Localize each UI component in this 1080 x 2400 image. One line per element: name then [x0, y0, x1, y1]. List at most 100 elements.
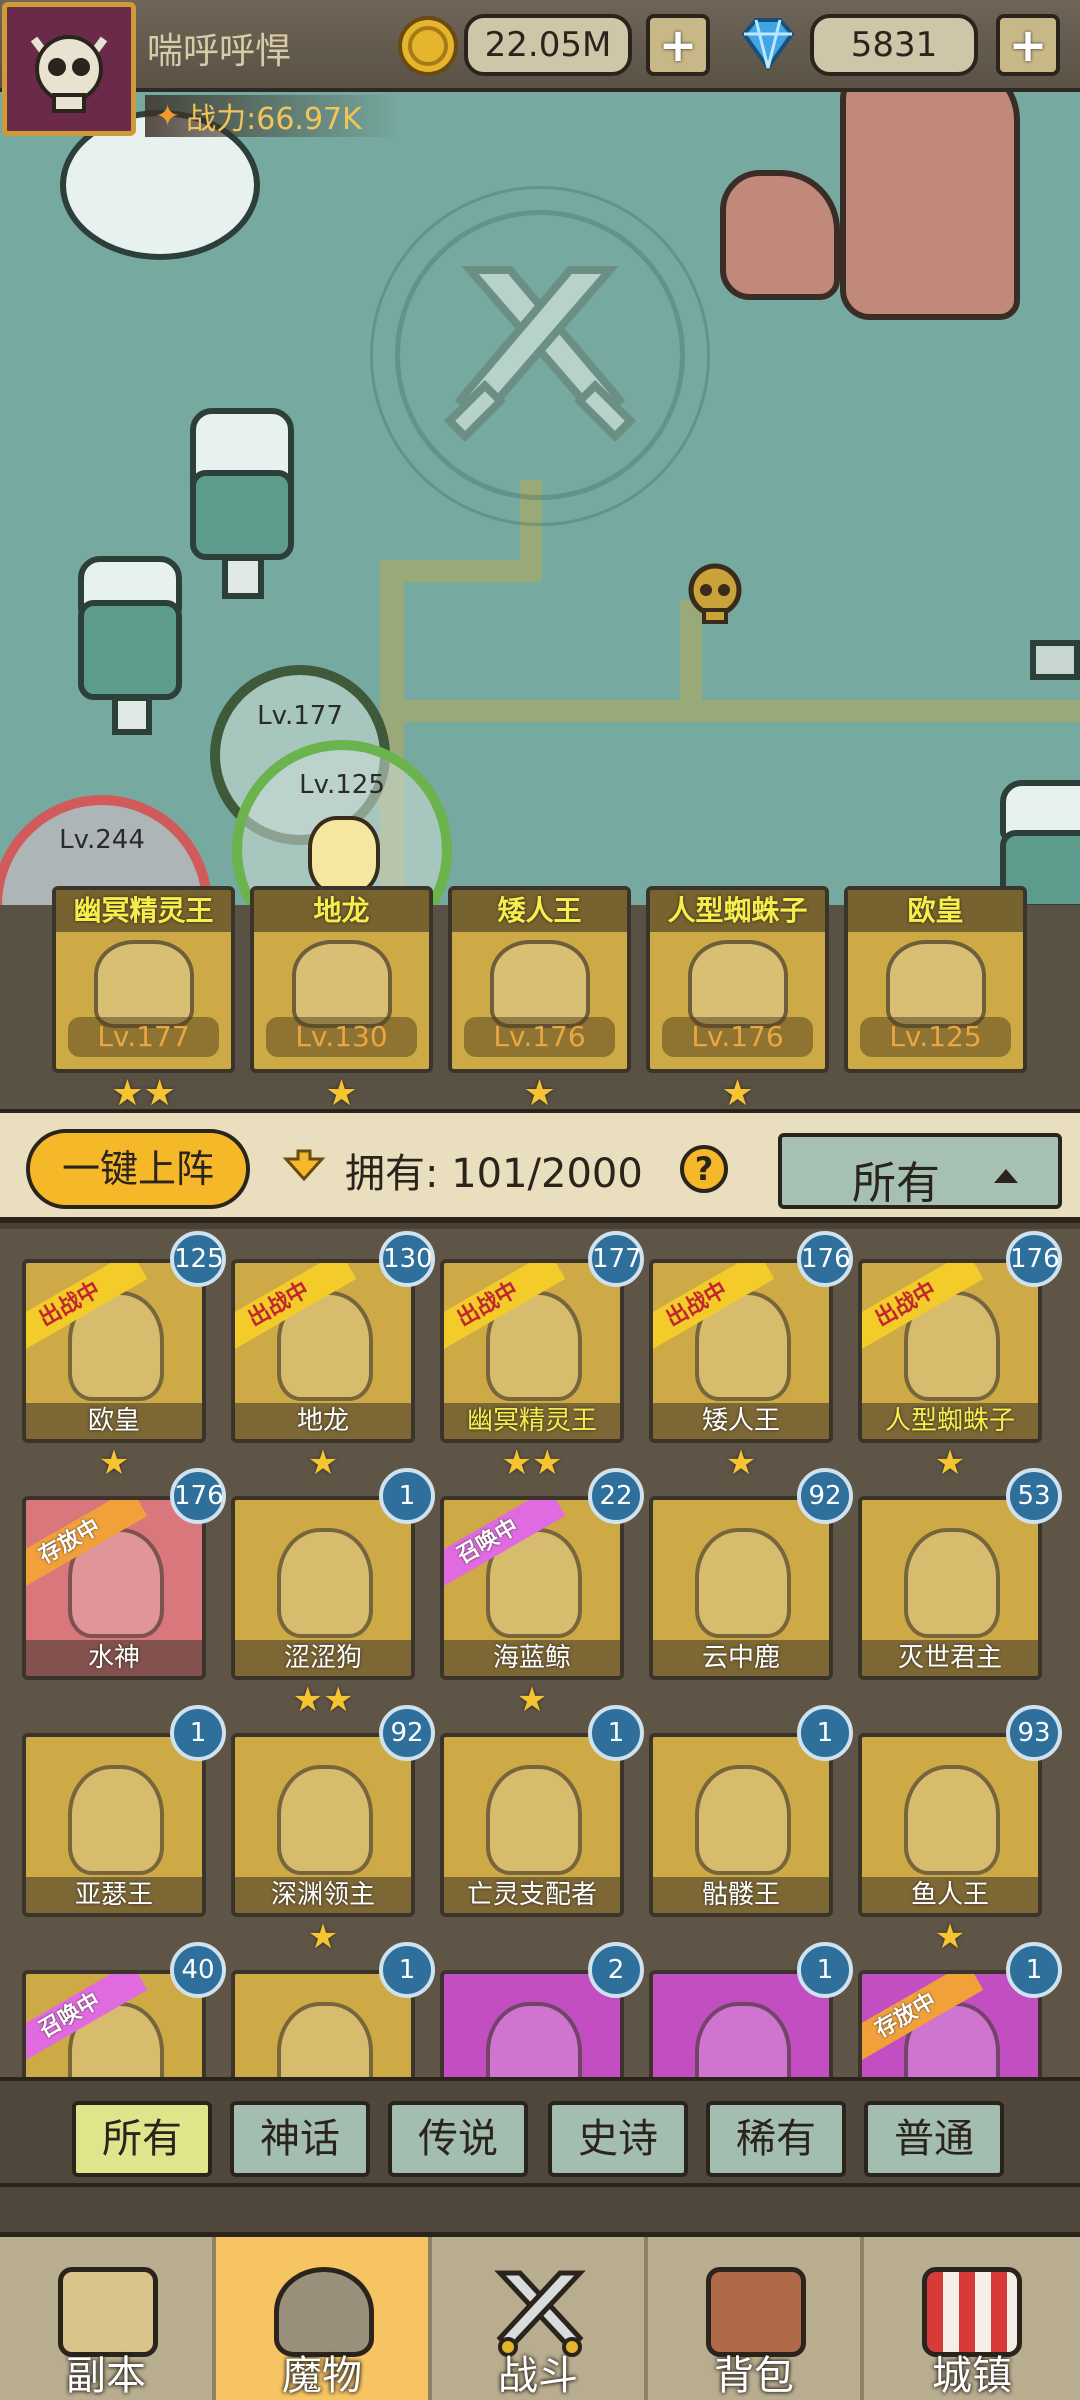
monster-card[interactable]: 深渊领主 — [231, 1733, 415, 1917]
team-slot[interactable]: 幽冥精灵王 Lv.177 — [52, 886, 235, 1073]
team-slot-level: Lv.130 — [266, 1017, 417, 1057]
team-slot-stars: ★ — [721, 1073, 754, 1114]
team-slot-level: Lv.125 — [860, 1017, 1011, 1057]
monster-count-badge: 130 — [379, 1231, 435, 1287]
filter-dropdown-label: 所有 — [852, 1158, 940, 1209]
power-icon: ✦ — [155, 98, 181, 134]
monster-card[interactable]: 涩涩狗 — [231, 1496, 415, 1680]
tab-rare[interactable]: 稀有 — [706, 2101, 846, 2177]
monster-card[interactable]: 人型蜘蛛子 出战中 — [858, 1259, 1042, 1443]
monster-count-badge: 176 — [797, 1231, 853, 1287]
tab-epic[interactable]: 史诗 — [548, 2101, 688, 2177]
monster-portrait — [68, 1765, 164, 1875]
team-slot-name: 地龙 — [254, 890, 429, 932]
tab-all[interactable]: 所有 — [72, 2101, 212, 2177]
monster-card[interactable]: 海蓝鲸 召唤中 — [440, 1496, 624, 1680]
monster-count-badge: 22 — [588, 1468, 644, 1524]
nav-label: 背包 — [714, 2353, 794, 2399]
team-slot[interactable]: 矮人王 Lv.176 — [448, 886, 631, 1073]
tab-mythic[interactable]: 神话 — [230, 2101, 370, 2177]
skull-icon — [30, 35, 108, 113]
monster-name: 骷髅王 — [653, 1877, 829, 1913]
tab-legendary[interactable]: 传说 — [388, 2101, 528, 2177]
monster-portrait — [904, 1528, 1000, 1638]
monster-portrait — [94, 940, 194, 1028]
crossed-swords-icon[interactable] — [440, 250, 640, 450]
monster-card[interactable]: 灭世君主 — [858, 1496, 1042, 1680]
monster-card[interactable]: 幽冥精灵王 出战中 — [440, 1259, 624, 1443]
monster-count-badge: 2 — [588, 1942, 644, 1998]
tab-common[interactable]: 普通 — [864, 2101, 1004, 2177]
monster-portrait — [904, 1765, 1000, 1875]
monster-card[interactable]: 水神 存放中 — [22, 1496, 206, 1680]
rarity-tabs: 所有 神话 传说 史诗 稀有 普通 — [0, 2077, 1080, 2187]
bottom-nav: 副本 魔物 战斗 背包 城镇 — [0, 2232, 1080, 2400]
team-slot-level: Lv.177 — [68, 1017, 219, 1057]
monster-card[interactable]: 亡灵支配者 — [440, 1733, 624, 1917]
nav-label: 战斗 — [498, 2353, 578, 2399]
nav-label: 副本 — [66, 2353, 146, 2399]
team-slot-name: 人型蜘蛛子 — [650, 890, 825, 932]
player-name: 喘呼呼悍 — [147, 31, 292, 72]
monster-card[interactable]: 云中鹿 — [649, 1496, 833, 1680]
monster-card[interactable]: 矮人王 出战中 — [649, 1259, 833, 1443]
gold-coin-icon — [398, 16, 458, 76]
monster-name: 深渊领主 — [235, 1877, 411, 1913]
team-slot-name: 欧皇 — [848, 890, 1023, 932]
team-slot[interactable]: 地龙 Lv.130 — [250, 886, 433, 1073]
monster-card[interactable]: 鱼人王 — [858, 1733, 1042, 1917]
monster-card[interactable]: 亚瑟王 — [22, 1733, 206, 1917]
monster-count-badge: 1 — [797, 1942, 853, 1998]
monster-count-badge: 92 — [797, 1468, 853, 1524]
monster-name: 水神 — [26, 1640, 202, 1676]
monster-name: 幽冥精灵王 — [444, 1403, 620, 1439]
nav-backpack[interactable]: 背包 — [648, 2237, 864, 2400]
monster-count-badge: 1 — [170, 1705, 226, 1761]
monster-count-badge: 1 — [797, 1705, 853, 1761]
down-arrow-icon[interactable] — [282, 1147, 326, 1187]
monster-name: 亡灵支配者 — [444, 1877, 620, 1913]
monster-count-badge: 93 — [1006, 1705, 1062, 1761]
nav-town[interactable]: 城镇 — [864, 2237, 1080, 2400]
chevron-up-icon — [994, 1169, 1018, 1183]
monster-count-badge: 176 — [170, 1468, 226, 1524]
monster-name: 矮人王 — [653, 1403, 829, 1439]
player-avatar[interactable] — [2, 2, 136, 136]
monster-card[interactable]: 欧皇 出战中 — [22, 1259, 206, 1443]
filter-dropdown[interactable]: 所有 — [778, 1133, 1062, 1209]
map-level-text: Lv.177 — [257, 701, 343, 731]
monster-name: 灭世君主 — [862, 1640, 1038, 1676]
monster-count-badge: 40 — [170, 1942, 226, 1998]
collection-toolbar: 一键上阵 拥有: 101/2000 ? 所有 — [0, 1113, 1080, 1223]
combat-power: ✦ 战力:66.97K — [145, 95, 402, 137]
monster-portrait — [695, 1765, 791, 1875]
auto-deploy-button[interactable]: 一键上阵 — [26, 1129, 250, 1209]
team-lineup: 幽冥精灵王 Lv.177 ★★ 地龙 Lv.130 ★ 矮人王 Lv.176 ★… — [0, 886, 1080, 1114]
monster-count-badge: 1 — [1006, 1942, 1062, 1998]
monster-count-badge: 125 — [170, 1231, 226, 1287]
add-gold-button[interactable]: + — [646, 14, 710, 76]
monster-card[interactable]: 骷髅王 — [649, 1733, 833, 1917]
monster-grid[interactable]: 欧皇 出战中 125 ★ 地龙 出战中 130 ★ 幽冥精灵王 出战中 177 ★★ 矮人王 出战中 176… — [0, 1229, 1080, 2077]
nav-battle[interactable]: 战斗 — [432, 2237, 648, 2400]
monster-count-badge: 177 — [588, 1231, 644, 1287]
team-slot-level: Lv.176 — [464, 1017, 615, 1057]
map-level-text: Lv.125 — [299, 770, 385, 800]
monster-card[interactable]: 地龙 出战中 — [231, 1259, 415, 1443]
team-slot-level: Lv.176 — [662, 1017, 813, 1057]
team-slot-stars: ★ — [523, 1073, 556, 1114]
map-level-text: Lv.244 — [59, 825, 145, 855]
monster-portrait — [277, 1765, 373, 1875]
team-slot[interactable]: 欧皇 Lv.125 — [844, 886, 1027, 1073]
team-slot-name: 矮人王 — [452, 890, 627, 932]
nav-dungeon[interactable]: 副本 — [0, 2237, 216, 2400]
team-slot-name: 幽冥精灵王 — [56, 890, 231, 932]
monster-count-badge: 53 — [1006, 1468, 1062, 1524]
skull-icon — [688, 563, 742, 624]
help-icon[interactable]: ? — [680, 1145, 728, 1193]
nav-monsters[interactable]: 魔物 — [216, 2237, 432, 2400]
team-slot[interactable]: 人型蜘蛛子 Lv.176 — [646, 886, 829, 1073]
monster-portrait — [695, 2002, 791, 2077]
diamond-icon — [741, 18, 795, 72]
add-gems-button[interactable]: + — [996, 14, 1060, 76]
